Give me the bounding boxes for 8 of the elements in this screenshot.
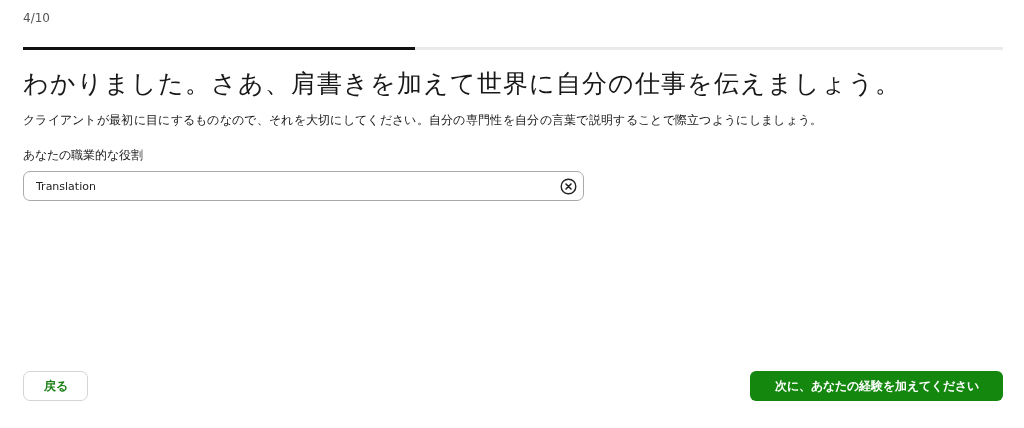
input-field[interactable]: Translation bbox=[23, 171, 584, 201]
field-label: あなたの職業的な役割 bbox=[23, 147, 144, 163]
page-heading: わかりました。さあ、肩書きを加えて世界に自分の仕事を伝えましょう。 bbox=[23, 68, 902, 100]
back-button[interactable]: 戻る bbox=[23, 371, 88, 401]
next-button[interactable]: 次に、あなたの経験を加えてください bbox=[750, 371, 1003, 401]
description-text: クライアントが最初に目にするものなので、それを大切にしてください。自分の専門性を自分の言葉で説明することで際立つようにしましょう。 bbox=[23, 112, 824, 129]
step-counter: 4/10 bbox=[23, 10, 51, 26]
clear-icon[interactable] bbox=[560, 177, 577, 195]
